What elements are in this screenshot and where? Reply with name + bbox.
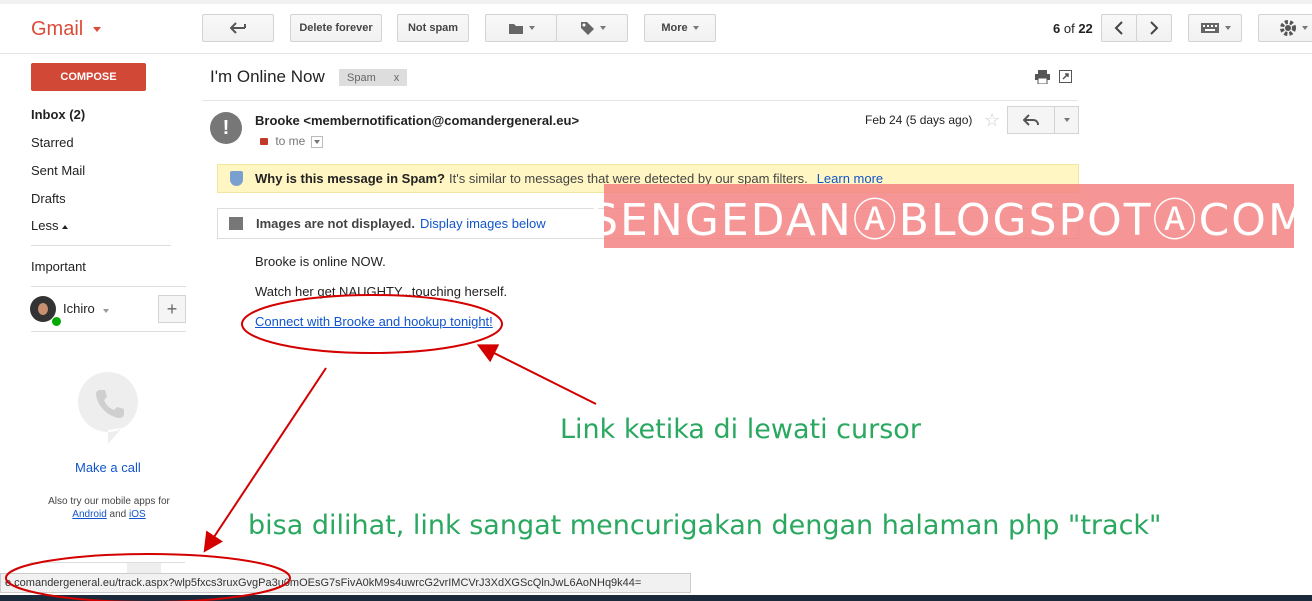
annotation-note-1: Link ketika di lewati cursor — [560, 414, 921, 445]
link-highlight-ellipse — [241, 294, 503, 354]
url-highlight-ellipse — [5, 553, 291, 601]
arrow-to-link — [476, 344, 597, 405]
annotation-note-2: bisa dilihat, link sangat mencurigakan d… — [248, 510, 1162, 541]
